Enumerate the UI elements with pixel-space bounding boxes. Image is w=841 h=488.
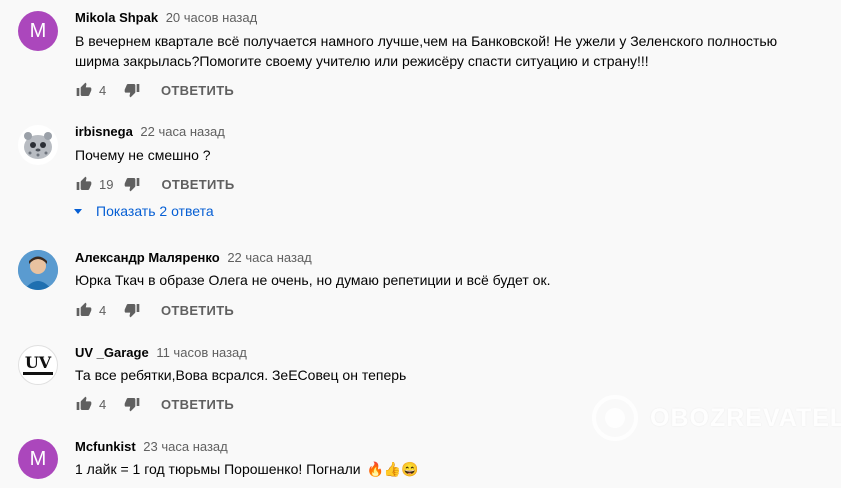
avatar[interactable]: UV	[18, 345, 58, 385]
comment-3: Александр Маляренко 22 часа назад Юрка Т…	[0, 248, 841, 328]
comment-text: В вечернем квартале всё получается намно…	[75, 33, 778, 69]
comment-text: Та все ребятки,Вова всрался. ЗеЕСовец он…	[75, 367, 407, 383]
thumbs-up-icon[interactable]	[75, 175, 93, 193]
thumbs-up-icon[interactable]	[75, 81, 93, 99]
avatar[interactable]: M	[18, 439, 58, 479]
watermark-text: OBOZREVATEL	[650, 403, 841, 432]
comment-actions: 4 ОТВЕТИТЬ	[75, 394, 234, 414]
comment-header: Mcfunkist 23 часа назад	[75, 439, 228, 454]
comment-1: M Mikola Shpak 20 часов назад В вечернем…	[0, 8, 841, 108]
avatar[interactable]	[18, 250, 58, 290]
reply-button[interactable]: ОТВЕТИТЬ	[161, 303, 234, 318]
triangle-down-icon	[74, 208, 82, 214]
comment-text: 1 лайк = 1 год тюрьмы Порошенко! Погнали…	[75, 461, 419, 477]
timestamp[interactable]: 20 часов назад	[166, 10, 258, 25]
emoji-group: 🔥👍😄	[366, 461, 419, 477]
user-photo-avatar-icon	[18, 250, 58, 290]
reply-button[interactable]: ОТВЕТИТЬ	[161, 177, 234, 192]
author-name[interactable]: Александр Маляренко	[75, 250, 220, 265]
timestamp[interactable]: 22 часа назад	[227, 250, 311, 265]
snow-leopard-avatar-icon	[24, 132, 52, 159]
like-count: 4	[99, 82, 107, 98]
reply-button[interactable]: ОТВЕТИТЬ	[161, 397, 234, 412]
thumbs-up-icon[interactable]	[75, 395, 93, 413]
author-name[interactable]: UV _Garage	[75, 345, 149, 360]
thumbs-down-icon[interactable]	[123, 81, 141, 99]
show-replies-button[interactable]: Показать 2 ответа	[74, 203, 214, 219]
avatar[interactable]: M	[18, 11, 58, 51]
comment-actions: 4 ОТВЕТИТЬ	[75, 80, 234, 100]
thumbs-down-icon[interactable]	[123, 395, 141, 413]
like-count: 4	[99, 396, 107, 412]
author-name[interactable]: Mcfunkist	[75, 439, 136, 454]
comment-header: irbisnega 22 часа назад	[75, 124, 225, 139]
thumbs-down-icon[interactable]	[123, 301, 141, 319]
comment-text: Почему не смешно ?	[75, 147, 211, 163]
avatar[interactable]	[18, 125, 58, 165]
thumbs-up-icon[interactable]	[75, 301, 93, 319]
comment-header: Александр Маляренко 22 часа назад	[75, 250, 312, 265]
comment-2: irbisnega 22 часа назад Почему не смешно…	[0, 122, 841, 232]
timestamp[interactable]: 11 часов назад	[156, 345, 247, 360]
comment-text: Юрка Ткач в образе Олега не очень, но ду…	[75, 272, 551, 288]
comment-actions: 19 ОТВЕТИТЬ	[75, 174, 235, 194]
like-count: 19	[99, 176, 114, 192]
comment-actions: 4 ОТВЕТИТЬ	[75, 300, 234, 320]
author-name[interactable]: Mikola Shpak	[75, 10, 158, 25]
reply-button[interactable]: ОТВЕТИТЬ	[161, 83, 234, 98]
author-name[interactable]: irbisnega	[75, 124, 133, 139]
show-replies-label: Показать 2 ответа	[96, 203, 214, 219]
obozrevatel-logo-icon	[592, 395, 638, 441]
timestamp[interactable]: 23 часа назад	[143, 439, 227, 454]
comment-header: UV _Garage 11 часов назад	[75, 345, 247, 360]
thumbs-down-icon[interactable]	[123, 175, 141, 193]
garage-logo-icon: UV	[23, 355, 53, 375]
obozrevatel-watermark: OBOZREVATEL	[592, 395, 841, 441]
timestamp[interactable]: 22 часа назад	[140, 124, 224, 139]
like-count: 4	[99, 302, 107, 318]
comment-header: Mikola Shpak 20 часов назад	[75, 10, 257, 25]
comment-5: M Mcfunkist 23 часа назад 1 лайк = 1 год…	[0, 437, 841, 488]
